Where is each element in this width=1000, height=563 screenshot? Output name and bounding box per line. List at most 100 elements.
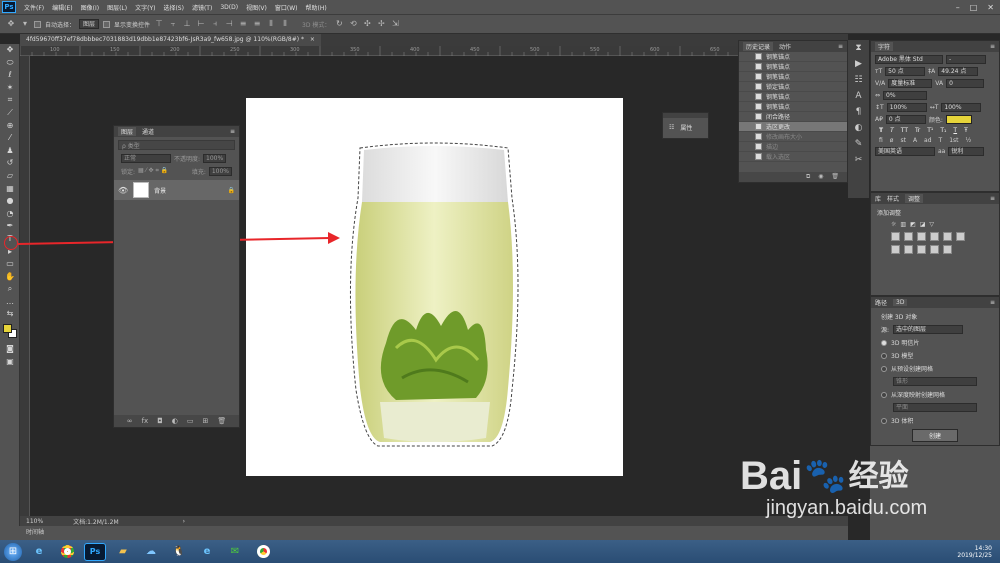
history-item[interactable]: 载入选区 (739, 152, 847, 162)
link-layers-icon[interactable]: ∞ (127, 417, 133, 425)
ordinals-icon[interactable]: T (939, 137, 943, 144)
radio-mesh-preset[interactable] (881, 365, 887, 372)
radio-volume[interactable] (881, 417, 887, 424)
photo-filter-icon[interactable] (930, 232, 939, 241)
brush-panel-icon[interactable]: ✎ (848, 136, 869, 152)
fraction-icon[interactable]: ½ (966, 137, 972, 144)
opacity-input[interactable]: 100% (203, 153, 227, 163)
brightness-icon[interactable]: ☼ (891, 221, 896, 228)
tab-actions[interactable]: 动作 (779, 42, 791, 51)
small-caps-button[interactable]: Tr (915, 127, 920, 134)
blend-mode-dropdown[interactable]: 正常 (121, 153, 171, 163)
baidu-netdisk-icon[interactable]: ☁ (140, 543, 162, 561)
tracking-input[interactable]: 0 (946, 79, 985, 88)
language-dropdown[interactable]: 美国英语 (875, 147, 935, 156)
ie-browser-icon[interactable]: e (196, 543, 218, 561)
horizontal-scale-input[interactable]: 100% (941, 103, 982, 112)
layer-row-background[interactable]: 👁 背景 🔒 (114, 180, 239, 200)
depth-map-dropdown[interactable]: 平面 (893, 403, 977, 412)
font-family-dropdown[interactable]: Adobe 黑体 Std (875, 55, 943, 64)
source-dropdown[interactable]: 选中的图层 (893, 325, 964, 334)
layer-filter-input[interactable]: ρ 类型 (118, 140, 235, 150)
status-menu-arrow[interactable]: › (183, 518, 185, 525)
font-size-input[interactable]: 50 点 (885, 67, 926, 76)
timeline-label[interactable]: 时间轴 (26, 529, 44, 536)
color-lookup-icon[interactable] (956, 232, 965, 241)
history-item[interactable]: 修改画布大小 (739, 132, 847, 142)
baseline-shift-input[interactable]: 0 点 (885, 115, 926, 124)
ligatures-icon[interactable]: fi (879, 137, 883, 144)
lock-icons[interactable]: ▦ ⁄ ✥ ⌗ 🔒 (138, 167, 168, 175)
titling-icon[interactable]: ad (924, 137, 932, 144)
underline-button[interactable]: T (953, 127, 957, 134)
delete-state-icon[interactable]: 🗑 (831, 173, 839, 180)
superscript-button[interactable]: T¹ (927, 127, 933, 134)
panel-menu-icon[interactable]: ≡ (990, 299, 995, 306)
paragraph-panel-icon[interactable]: ¶ (848, 104, 869, 120)
history-panel-icon[interactable]: ⧗ (848, 40, 869, 56)
subscript-button[interactable]: T₁ (940, 127, 946, 134)
gradient-map-icon[interactable] (930, 245, 939, 254)
new-document-icon[interactable]: ⧉ (806, 173, 810, 180)
adjustments-panel-icon[interactable]: ◐ (848, 120, 869, 136)
mesh-preset-dropdown[interactable]: 锥形 (893, 377, 977, 386)
snapshot-icon[interactable]: ◉ (818, 173, 823, 180)
tab-character[interactable]: 字符 (875, 42, 894, 51)
history-item[interactable]: 钢笔锚点 (739, 102, 847, 112)
panel-menu-icon[interactable]: ≡ (990, 195, 995, 202)
tab-channels[interactable]: 通道 (142, 127, 154, 136)
fill-input[interactable]: 100% (208, 166, 232, 176)
faux-bold-button[interactable]: T (879, 127, 883, 134)
history-item[interactable]: 描边 (739, 142, 847, 152)
character-panel-icon[interactable]: A (848, 88, 869, 104)
black-white-icon[interactable] (917, 232, 926, 241)
history-item[interactable]: 选区更改 (739, 122, 847, 132)
exposure-icon[interactable]: ◪ (920, 221, 926, 228)
adjustment-layer-icon[interactable]: ◐ (172, 417, 178, 425)
actions-play-icon[interactable]: ▶ (848, 56, 869, 72)
antialias-dropdown[interactable]: 锐利 (948, 147, 985, 156)
radio-postcard[interactable] (881, 339, 887, 346)
panel-menu-icon[interactable]: ≡ (230, 128, 235, 135)
tool-presets-icon[interactable]: ✂ (848, 152, 869, 168)
posterize-icon[interactable] (904, 245, 913, 254)
tsume-input[interactable]: 0% (883, 91, 928, 100)
tab-styles[interactable]: 样式 (887, 194, 899, 203)
create-button[interactable]: 创建 (911, 429, 958, 442)
properties-panel-icon[interactable]: ☷ (848, 72, 869, 88)
tab-libraries[interactable]: 库 (875, 194, 881, 203)
panel-menu-icon[interactable]: ≡ (838, 43, 843, 50)
all-caps-button[interactable]: TT (901, 127, 908, 134)
vibrance-icon[interactable]: ▽ (929, 221, 934, 228)
fractions-icon[interactable]: 1st (949, 137, 958, 144)
text-color-swatch[interactable] (945, 115, 972, 124)
radio-model[interactable] (881, 352, 887, 359)
wechat-icon[interactable]: ✉ (224, 543, 246, 561)
history-item[interactable]: 钢笔锚点 (739, 92, 847, 102)
threshold-icon[interactable] (917, 245, 926, 254)
invert-icon[interactable] (891, 245, 900, 254)
photoshop-taskbar-icon[interactable]: Ps (84, 542, 106, 561)
history-item[interactable]: 钢笔锚点 (739, 52, 847, 62)
curves-icon[interactable]: ◩ (910, 221, 916, 228)
qq-icon[interactable]: 🐧 (168, 543, 190, 561)
delete-layer-icon[interactable]: 🗑 (217, 417, 226, 425)
history-item[interactable]: 锁定锚点 (739, 82, 847, 92)
faux-italic-button[interactable]: T (890, 127, 894, 134)
tab-layers[interactable]: 图层 (118, 127, 137, 136)
vertical-scale-input[interactable]: 100% (886, 103, 927, 112)
start-button[interactable]: ⊞ (4, 542, 22, 561)
font-style-dropdown[interactable]: - (946, 55, 986, 64)
tab-3d[interactable]: 3D (893, 299, 908, 306)
visibility-eye-icon[interactable]: 👁 (118, 186, 128, 195)
stylistic-icon[interactable]: A (913, 137, 917, 144)
tab-adjustments[interactable]: 调整 (905, 194, 924, 203)
new-layer-icon[interactable]: ⊞ (202, 417, 208, 425)
radio-depth-map[interactable] (881, 391, 887, 398)
kerning-dropdown[interactable]: 度量标准 (888, 79, 933, 88)
color-balance-icon[interactable] (904, 232, 913, 241)
tab-history[interactable]: 历史记录 (743, 42, 774, 51)
levels-icon[interactable]: ▥ (900, 221, 906, 228)
new-group-icon[interactable]: ▭ (187, 417, 194, 425)
panel-menu-icon[interactable]: ≡ (990, 43, 995, 50)
